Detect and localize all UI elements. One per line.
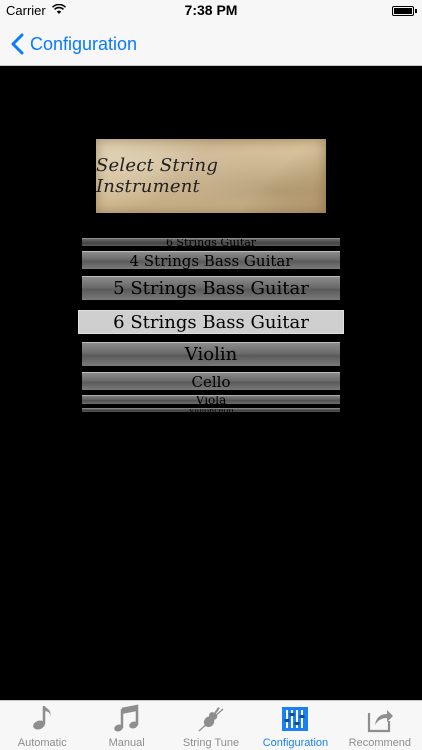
status-bar: Carrier 7:38 PM <box>0 0 422 22</box>
mixer-icon <box>282 707 309 731</box>
tab-label: Recommend <box>348 737 411 749</box>
picker-item[interactable]: Violoncello <box>82 408 340 412</box>
navigation-bar: Configuration <box>0 22 422 66</box>
picker-item[interactable]: 4 Strings Bass Guitar <box>82 251 340 269</box>
note-icon <box>33 706 51 730</box>
tab-manual[interactable]: Manual <box>84 701 168 750</box>
picker-item[interactable]: Viola <box>82 395 340 404</box>
instrument-title-banner: Select String Instrument <box>96 139 326 213</box>
tab-label: Automatic <box>17 737 67 749</box>
tab-label: Configuration <box>262 737 329 749</box>
back-button-label: Configuration <box>30 33 138 54</box>
picker-item[interactable]: 6 Strings Guitar <box>82 238 340 246</box>
battery-nub <box>415 9 417 13</box>
picker-item[interactable]: 5 Strings Bass Guitar <box>82 276 340 300</box>
notes-icon <box>113 704 138 732</box>
tab-bar: Automatic Manual String Tune Configurati… <box>0 700 422 750</box>
share-icon <box>367 710 393 733</box>
tab-label: String Tune <box>182 737 240 749</box>
back-button[interactable]: Configuration <box>10 30 137 58</box>
picker-item[interactable]: Violin <box>82 342 340 366</box>
chevron-left-icon <box>10 33 24 55</box>
tab-string-tune[interactable]: String Tune <box>169 701 253 750</box>
battery-icon <box>392 6 414 16</box>
main-content: Select String Instrument 6 Strings Guita… <box>0 66 422 700</box>
status-time: 7:38 PM <box>184 2 238 18</box>
tab-recommend[interactable]: Recommend <box>338 701 422 750</box>
tab-configuration[interactable]: Configuration <box>253 701 337 750</box>
instrument-picker[interactable]: 6 Strings Guitar 4 Strings Bass Guitar 5… <box>0 236 422 416</box>
page-title: Select String Instrument <box>96 155 219 197</box>
picker-item-selected[interactable]: 6 Strings Bass Guitar <box>78 310 344 334</box>
tab-label: Manual <box>108 737 145 749</box>
tab-automatic[interactable]: Automatic <box>0 701 84 750</box>
picker-item[interactable]: Cello <box>82 372 340 390</box>
violin-icon <box>198 706 224 732</box>
